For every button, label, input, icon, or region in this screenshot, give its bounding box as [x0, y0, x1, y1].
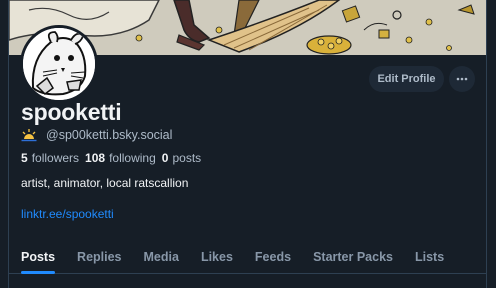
profile-link[interactable]: linktr.ee/spooketti: [21, 207, 114, 221]
tab-feeds[interactable]: Feeds: [244, 240, 302, 273]
followers-count: 5: [21, 151, 28, 165]
handle-row: @sp00ketti.bsky.social: [21, 128, 172, 142]
following-label: following: [109, 151, 156, 165]
tab-replies[interactable]: Replies: [66, 240, 132, 273]
tab-lists[interactable]: Lists: [404, 240, 455, 273]
followers-stat[interactable]: 5 followers: [21, 151, 79, 165]
following-stat[interactable]: 108 following: [85, 151, 156, 165]
tab-media[interactable]: Media: [133, 240, 190, 273]
posts-stat: 0 posts: [162, 151, 201, 165]
followers-label: followers: [31, 151, 80, 165]
following-count: 108: [85, 151, 106, 165]
tab-posts[interactable]: Posts: [9, 240, 66, 274]
posts-count: 0: [161, 151, 169, 165]
profile-stats: 5 followers 108 following 0 posts: [21, 151, 201, 165]
display-name: spooketti: [21, 99, 122, 125]
rat-avatar-illustration: [23, 28, 95, 100]
profile-page: Edit Profile spooketti @sp00ketti.bsky.s…: [8, 0, 487, 288]
avatar[interactable]: [20, 25, 98, 103]
handle[interactable]: @sp00ketti.bsky.social: [46, 128, 172, 142]
more-options-button[interactable]: [449, 66, 475, 92]
tab-likes[interactable]: Likes: [190, 240, 244, 273]
posts-label: posts: [172, 151, 202, 165]
profile-tabs: Posts Replies Media Likes Feeds Starter …: [9, 240, 486, 274]
tab-starter-packs[interactable]: Starter Packs: [302, 240, 404, 273]
sunrise-icon: [21, 129, 37, 142]
profile-bio: artist, animator, local ratscallion: [21, 176, 189, 190]
ellipsis-icon: [456, 77, 468, 81]
edit-profile-button[interactable]: Edit Profile: [369, 66, 444, 92]
